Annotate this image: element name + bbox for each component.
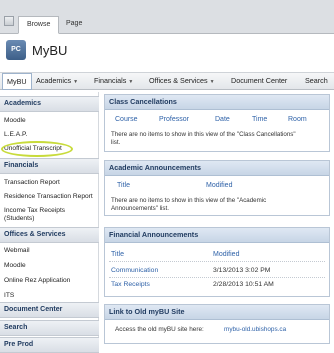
class-cancellations-empty-message-line-2: list. [111, 139, 121, 146]
nav-offices-label: Offices & Services [149, 76, 208, 85]
sidebar-heading-offices-services[interactable]: Offices & Services [0, 227, 99, 243]
nav-offices-services[interactable]: Offices & Services ▼ [149, 76, 215, 85]
sidebar-item-online-rez-application[interactable]: Online Rez Application [4, 277, 70, 284]
column-professor[interactable]: Professor [159, 116, 189, 123]
old-site-panel: Link to Old myBU Site Access the old myB… [104, 304, 330, 344]
column-modified[interactable]: Modified [213, 251, 239, 258]
nav-document-center[interactable]: Document Center [231, 76, 287, 85]
announcement-modified-date: 2/28/2013 10:51 AM [213, 281, 274, 288]
class-cancellations-title: Class Cancellations [105, 95, 329, 110]
nav-search-label: Search [305, 76, 328, 85]
sidebar-heading-financials[interactable]: Financials [0, 158, 99, 174]
academic-announcements-empty-message-line-1: There are no items to show in this view … [111, 197, 267, 204]
site-logo[interactable]: PC [6, 40, 26, 60]
column-modified[interactable]: Modified [206, 182, 232, 189]
financial-announcements-title: Financial Announcements [105, 228, 329, 243]
sidebar-item-webmail[interactable]: Webmail [4, 247, 30, 254]
sidebar-heading-document-center[interactable]: Document Center [0, 302, 99, 318]
sidebar-item-transaction-report[interactable]: Transaction Report [4, 179, 60, 186]
column-title[interactable]: Title [111, 251, 124, 258]
nav-mybu[interactable]: MyBU [2, 73, 32, 90]
tab-browse[interactable]: Browse [18, 16, 60, 34]
old-site-text: Access the old myBU site here: [115, 326, 204, 333]
sidebar-item-its[interactable]: ITS [4, 292, 14, 299]
sidebar-item-moodle[interactable]: Moodle [4, 117, 26, 124]
nav-academics-label: Academics [36, 76, 72, 85]
column-title[interactable]: Title [117, 182, 130, 189]
sidebar-item-leap[interactable]: L.E.A.P. [4, 131, 27, 138]
nav-mybu-label: MyBU [7, 77, 27, 86]
column-course[interactable]: Course [115, 116, 138, 123]
highlight-circle [1, 141, 73, 157]
column-time[interactable]: Time [252, 116, 267, 123]
old-site-link[interactable]: mybu-old.ubishops.ca [224, 326, 286, 333]
left-sidebar: Academics Moodle L.E.A.P. Unofficial Tra… [0, 92, 99, 353]
announcement-title-link[interactable]: Communication [111, 267, 158, 274]
old-site-title: Link to Old myBU Site [105, 305, 329, 320]
ribbon-bar: Browse Page [0, 0, 334, 34]
nav-financials[interactable]: Financials ▼ [94, 76, 133, 85]
sidebar-heading-academics[interactable]: Academics [0, 96, 99, 112]
nav-financials-label: Financials [94, 76, 127, 85]
sidebar-heading-pre-prod[interactable]: Pre Prod [0, 337, 99, 353]
chevron-down-icon: ▼ [209, 79, 215, 85]
chevron-down-icon: ▼ [73, 79, 79, 85]
column-room[interactable]: Room [288, 116, 307, 123]
sidebar-heading-search[interactable]: Search [0, 320, 99, 336]
nav-search[interactable]: Search [305, 76, 328, 85]
academic-announcements-empty-message-line-2: Announcements" list. [111, 205, 169, 212]
tab-page[interactable]: Page [58, 16, 90, 34]
column-date[interactable]: Date [215, 116, 230, 123]
page-icon[interactable] [4, 16, 14, 26]
sidebar-item-income-tax-receipts[interactable]: Income Tax Receipts [4, 207, 65, 214]
academic-announcements-title: Academic Announcements [105, 161, 329, 176]
nav-document-center-label: Document Center [231, 76, 288, 85]
sidebar-item-income-tax-receipts-students[interactable]: (Students) [4, 215, 34, 222]
chevron-down-icon: ▼ [128, 79, 134, 85]
site-title[interactable]: MyBU [32, 43, 67, 58]
site-header: PC MyBU [0, 34, 334, 72]
financial-announcements-panel: Financial Announcements Title Modified C… [104, 227, 330, 297]
row-divider [109, 277, 325, 278]
class-cancellations-panel: Class Cancellations Course Professor Dat… [104, 94, 330, 152]
top-navigation: MyBU Academics ▼ Financials ▼ Offices & … [0, 72, 334, 90]
announcement-title-link[interactable]: Tax Receipts [111, 281, 150, 288]
academic-announcements-panel: Academic Announcements Title Modified Th… [104, 160, 330, 216]
row-divider [109, 261, 325, 262]
announcement-modified-date: 3/13/2013 3:02 PM [213, 267, 271, 274]
nav-academics[interactable]: Academics ▼ [36, 76, 78, 85]
sidebar-item-moodle-2[interactable]: Moodle [4, 262, 26, 269]
sidebar-item-residence-transaction-report[interactable]: Residence Transaction Report [4, 193, 93, 200]
class-cancellations-empty-message-line-1: There are no items to show in this view … [111, 131, 296, 138]
